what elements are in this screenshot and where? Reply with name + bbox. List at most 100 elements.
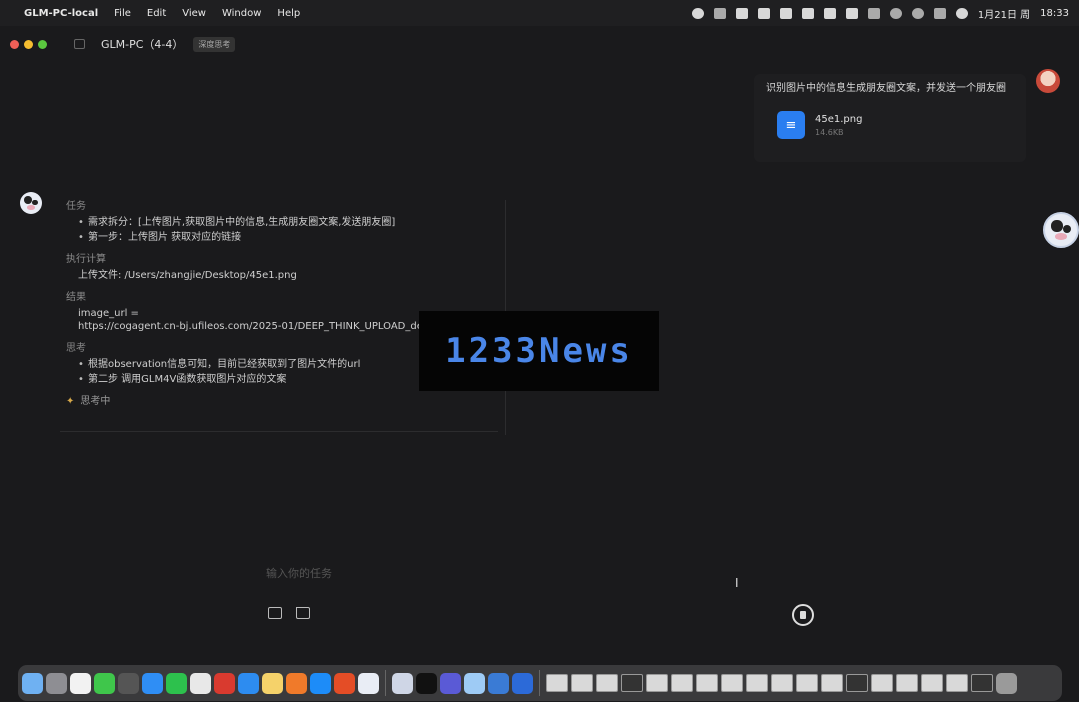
section-heading: 结果	[66, 292, 86, 303]
result-line: image_url =	[78, 308, 139, 319]
app-icon[interactable]	[238, 672, 259, 694]
facetime-icon[interactable]	[94, 672, 115, 694]
close-button[interactable]	[10, 39, 19, 49]
task-input[interactable]: 输入你的任务	[266, 565, 332, 581]
trash-icon[interactable]	[996, 672, 1017, 694]
minimized-window[interactable]	[646, 674, 668, 692]
window-titlebar: GLM-PC（4-4） 深度思考	[0, 30, 1079, 58]
list-item: 需求拆分：[上传图片,获取图片中的信息,生成朋友圈文案,发送朋友圈]	[78, 216, 506, 229]
folder-icon[interactable]	[296, 607, 310, 619]
divider	[60, 431, 498, 432]
user-message-text: 识别图片中的信息生成朋友圈文案，并发送一个朋友圈	[766, 83, 1006, 94]
app-tray-icon[interactable]	[779, 7, 792, 19]
minimized-window[interactable]	[721, 674, 743, 692]
menu-edit[interactable]: Edit	[147, 8, 166, 19]
menu-bar: GLM-PC-local File Edit View Window Help …	[0, 0, 1079, 26]
minimized-window[interactable]	[571, 674, 593, 692]
menu-file[interactable]: File	[114, 8, 131, 19]
file-icon: ≡	[777, 111, 805, 139]
execution-text: 上传文件: /Users/zhangjie/Desktop/45e1.png	[78, 270, 297, 281]
minimized-window[interactable]	[921, 674, 943, 692]
tool-icon[interactable]	[713, 7, 726, 19]
mode-badge[interactable]: 深度思考	[193, 36, 236, 52]
wechat-icon[interactable]	[823, 7, 836, 19]
menubar-date[interactable]: 1月21日 周	[978, 6, 1030, 21]
result-line[interactable]: https://cogagent.cn-bj.ufileos.com/2025-…	[78, 320, 428, 333]
file-name: 45e1.png	[815, 113, 863, 125]
control-center-icon[interactable]	[933, 7, 946, 19]
pencil-app-icon[interactable]	[286, 672, 307, 694]
minimized-window[interactable]	[946, 674, 968, 692]
app-icon[interactable]	[464, 672, 485, 694]
wps-icon[interactable]	[214, 672, 235, 694]
section-heading: 执行计算	[66, 254, 106, 265]
minimized-window[interactable]	[771, 674, 793, 692]
wechat-icon[interactable]	[166, 672, 187, 694]
menu-view[interactable]: View	[182, 8, 206, 19]
minimized-window[interactable]	[596, 674, 618, 692]
search-icon[interactable]	[911, 7, 924, 19]
thinking-label: 思考中	[80, 396, 111, 407]
window-title: GLM-PC（4-4）	[101, 38, 184, 51]
menu-app-name[interactable]: GLM-PC-local	[24, 8, 98, 19]
launchpad-icon[interactable]	[46, 672, 67, 694]
sync-icon[interactable]	[845, 7, 858, 19]
file-attachment[interactable]: ≡ 45e1.png 14.6KB	[770, 104, 970, 146]
app-tray-icon[interactable]	[801, 7, 814, 19]
minimized-window[interactable]	[671, 674, 693, 692]
sparkle-icon: ✦	[66, 396, 75, 407]
app-icon[interactable]	[488, 672, 509, 694]
section-heading: 任务	[66, 201, 86, 212]
app-tray-icon[interactable]	[757, 7, 770, 19]
capcut-icon[interactable]	[416, 672, 437, 694]
minimized-window[interactable]	[821, 674, 843, 692]
settings-icon[interactable]	[118, 672, 139, 694]
wifi-icon[interactable]	[889, 7, 902, 19]
watermark-overlay: 1233News	[419, 311, 659, 391]
minimized-window[interactable]	[971, 674, 993, 692]
menubar-time[interactable]: 18:33	[1040, 8, 1069, 19]
text-cursor-icon: I	[735, 576, 739, 590]
assistant-avatar	[20, 192, 42, 214]
app-icon[interactable]	[334, 672, 355, 694]
minimized-window[interactable]	[796, 674, 818, 692]
status-icon[interactable]	[691, 7, 704, 19]
minimized-window[interactable]	[746, 674, 768, 692]
input-toolbar	[268, 607, 310, 619]
zoom-button[interactable]	[38, 39, 47, 49]
menu-window[interactable]: Window	[222, 8, 261, 19]
app-store-icon[interactable]	[310, 672, 331, 694]
thinking-status: ✦ 思考中	[66, 395, 506, 408]
app-icon[interactable]	[440, 672, 461, 694]
app-icon[interactable]	[392, 672, 413, 694]
sidebar-toggle-icon[interactable]	[74, 39, 85, 49]
minimized-window[interactable]	[871, 674, 893, 692]
cloud-icon[interactable]	[735, 7, 748, 19]
minimized-window[interactable]	[846, 674, 868, 692]
glm-pc-icon[interactable]	[358, 672, 379, 694]
minimize-button[interactable]	[24, 39, 33, 49]
image-upload-icon[interactable]	[268, 607, 282, 619]
finder-icon[interactable]	[22, 672, 43, 694]
stop-icon	[800, 611, 806, 619]
dock	[18, 665, 1062, 701]
calendar-icon[interactable]	[70, 672, 91, 694]
battery-icon[interactable]	[867, 7, 880, 19]
minimized-window[interactable]	[696, 674, 718, 692]
notes-icon[interactable]	[262, 672, 283, 694]
safari-icon[interactable]	[142, 672, 163, 694]
minimized-window[interactable]	[621, 674, 643, 692]
minimized-window[interactable]	[546, 674, 568, 692]
stop-button[interactable]	[792, 604, 814, 626]
dock-separator	[385, 670, 386, 696]
file-size: 14.6KB	[815, 127, 844, 137]
list-item: 第一步：上传图片 获取对应的链接	[78, 231, 506, 244]
floating-assistant-avatar[interactable]	[1043, 212, 1079, 248]
app-icon[interactable]	[512, 672, 533, 694]
user-avatar	[1036, 69, 1060, 93]
siri-icon[interactable]	[955, 7, 968, 19]
watermark-text: 1233News	[445, 331, 633, 371]
minimized-window[interactable]	[896, 674, 918, 692]
chrome-icon[interactable]	[190, 672, 211, 694]
menu-help[interactable]: Help	[277, 8, 300, 19]
